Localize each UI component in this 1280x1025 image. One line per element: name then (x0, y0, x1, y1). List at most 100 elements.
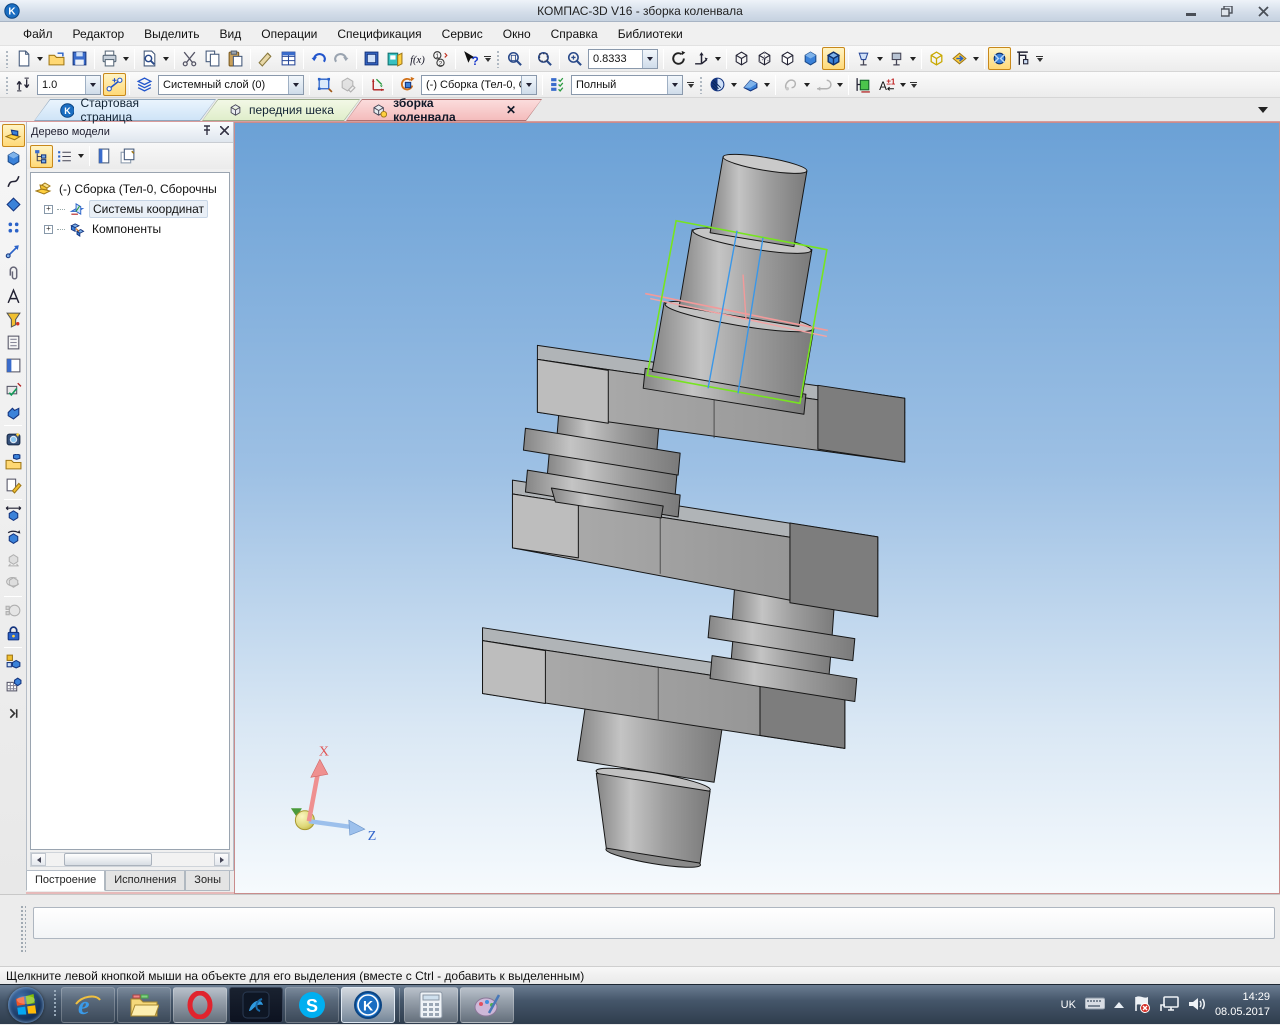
tree-horizontal-scrollbar[interactable] (30, 852, 230, 867)
menu-view[interactable]: Вид (211, 24, 251, 44)
print-preview-dropdown[interactable] (161, 47, 171, 70)
new-document-dropdown[interactable] (35, 47, 45, 70)
clipping-button[interactable] (739, 73, 762, 96)
menu-select[interactable]: Выделить (135, 24, 208, 44)
tab-construction[interactable]: Построение (26, 871, 105, 891)
rotate-component-button[interactable] (2, 525, 25, 548)
taskbar-paint[interactable] (460, 987, 514, 1023)
message-field[interactable] (33, 907, 1275, 939)
filter-button[interactable] (2, 308, 25, 331)
layer-dropdown[interactable] (288, 76, 303, 94)
scroll-left-arrow[interactable] (31, 853, 46, 866)
tab-close-icon[interactable]: ✕ (506, 103, 516, 117)
menu-operations[interactable]: Операции (252, 24, 326, 44)
tree-item-coordinate-systems[interactable]: + Системы координат (35, 199, 229, 219)
structure-view-button[interactable] (30, 145, 53, 168)
spec-table-button[interactable] (277, 47, 300, 70)
step-dropdown[interactable] (85, 76, 100, 94)
start-button[interactable] (8, 987, 44, 1023)
taskbar-kompas[interactable]: K (341, 987, 395, 1023)
menu-service[interactable]: Сервис (433, 24, 492, 44)
toolbar-expand-button[interactable] (2, 702, 25, 725)
quick-display-1-button[interactable] (852, 47, 875, 70)
orientation-button[interactable] (690, 47, 713, 70)
save-button[interactable] (68, 47, 91, 70)
toolbar-grip[interactable] (4, 75, 10, 94)
keyboard-icon[interactable] (1085, 997, 1105, 1013)
volume-icon[interactable] (1188, 996, 1206, 1015)
minimize-button[interactable] (1180, 4, 1202, 18)
network-icon[interactable] (1160, 996, 1179, 1015)
menu-editor[interactable]: Редактор (64, 24, 134, 44)
rebuild-button[interactable] (396, 73, 419, 96)
component-table-button[interactable] (2, 673, 25, 696)
panel-close-icon[interactable] (220, 126, 229, 138)
section-display-dropdown[interactable] (729, 73, 739, 96)
taskbar-internet-explorer[interactable]: e (61, 987, 115, 1023)
screenshot-button[interactable] (2, 428, 25, 451)
taskbar-media-app[interactable] (229, 987, 283, 1023)
copy-button[interactable] (201, 47, 224, 70)
drawing-frame-button[interactable] (2, 354, 25, 377)
quick-display-2-button[interactable] (885, 47, 908, 70)
quick-display-2-dropdown[interactable] (908, 47, 918, 70)
scroll-right-arrow[interactable] (214, 853, 229, 866)
measure-button[interactable] (852, 73, 875, 96)
assembly-dropdown[interactable] (521, 76, 536, 94)
tab-zones[interactable]: Зоны (185, 871, 230, 891)
spline-button[interactable] (2, 170, 25, 193)
taskbar-explorer[interactable] (117, 987, 171, 1023)
move-component-button[interactable] (2, 502, 25, 525)
viewport-3d[interactable]: X Z (234, 122, 1280, 894)
check-document-button[interactable] (2, 377, 25, 400)
tab-start-page[interactable]: K Стартовая страница (34, 99, 216, 121)
headlight-button[interactable] (948, 47, 971, 70)
toolbar-grip[interactable] (4, 49, 10, 68)
step-combo[interactable]: 1.0 (37, 75, 101, 95)
shaded-with-edges-button[interactable] (822, 47, 845, 70)
clipping-dropdown[interactable] (762, 73, 772, 96)
zoom-to-fit-button[interactable] (503, 47, 526, 70)
rotate-view-button[interactable] (667, 47, 690, 70)
zoom-scale-combo[interactable]: 0.8333 (588, 49, 658, 69)
open-button[interactable] (45, 47, 68, 70)
layers-button[interactable] (133, 73, 156, 96)
headlight-dropdown[interactable] (971, 47, 981, 70)
taskbar-calculator[interactable] (404, 987, 458, 1023)
action-center-icon[interactable] (1133, 995, 1151, 1016)
menu-file[interactable]: Файл (14, 24, 62, 44)
toolbar-overflow[interactable] (685, 73, 696, 96)
expand-icon[interactable]: + (44, 225, 53, 234)
variables-button[interactable]: f(x) (406, 47, 429, 70)
orientation-dropdown[interactable] (713, 47, 723, 70)
sketch-button[interactable] (313, 73, 336, 96)
simplified-display-button[interactable] (925, 47, 948, 70)
hidden-lines-removed-button[interactable] (776, 47, 799, 70)
show-hidden-icons[interactable] (1114, 1002, 1124, 1008)
undo-button[interactable] (307, 47, 330, 70)
tab-list-dropdown[interactable] (1256, 104, 1270, 116)
snap-button[interactable] (103, 73, 126, 96)
tolerance-dropdown[interactable] (898, 73, 908, 96)
quick-display-1-dropdown[interactable] (875, 47, 885, 70)
close-button[interactable] (1252, 4, 1274, 18)
component-list-button[interactable] (546, 73, 569, 96)
composition-view-button[interactable] (53, 145, 76, 168)
step-button[interactable] (12, 73, 35, 96)
wireframe-button[interactable] (730, 47, 753, 70)
display-mode-dropdown[interactable] (667, 76, 682, 94)
clock[interactable]: 14:29 08.05.2017 (1215, 990, 1270, 1020)
new-document-button[interactable] (12, 47, 35, 70)
library-manager-button[interactable] (383, 47, 406, 70)
reorient-button[interactable] (988, 47, 1011, 70)
print-button[interactable] (98, 47, 121, 70)
surface-part-button[interactable] (2, 400, 25, 423)
paste-button[interactable] (224, 47, 247, 70)
annotation-button[interactable] (2, 474, 25, 497)
zoom-window-button[interactable] (533, 47, 556, 70)
components-button[interactable] (2, 650, 25, 673)
print-dropdown[interactable] (121, 47, 131, 70)
zoom-scale-dropdown[interactable] (642, 50, 657, 68)
viewport-canvas[interactable]: X Z (235, 123, 1279, 893)
copy-properties-button[interactable] (254, 47, 277, 70)
